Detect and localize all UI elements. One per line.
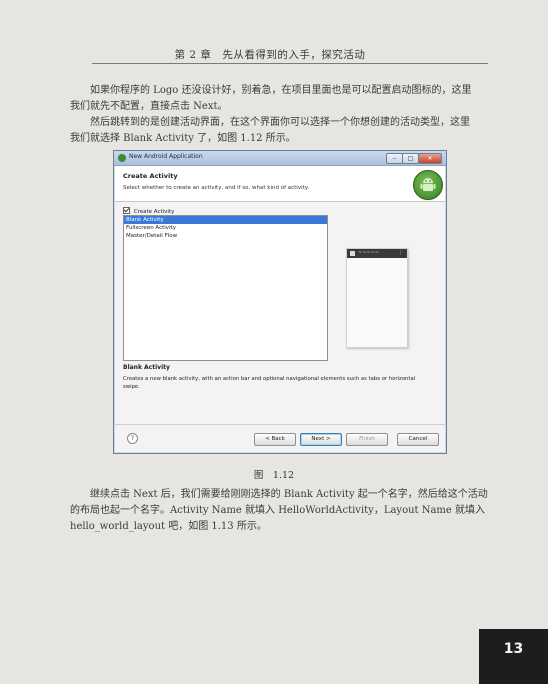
finish-button[interactable]: Finish xyxy=(346,433,388,446)
paragraph-3: 继续点击 Next 后，我们需要给刚刚选择的 Blank Activity 起一… xyxy=(70,487,490,535)
page-number: 13 xyxy=(479,629,548,684)
template-description-text: Creates a new blank activity, with an ac… xyxy=(123,376,416,390)
window-titlebar: New Android Application – □ ✕ xyxy=(114,151,446,166)
paragraph-3-line-1: 继续点击 Next 后，我们需要给刚刚选择的 Blank Activity 起一… xyxy=(90,489,488,500)
eclipse-app-icon xyxy=(118,154,126,162)
paragraph-1-line-1: 如果你程序的 Logo 还没设计好，别着急，在项目里面也是可以配置启动图标的，这… xyxy=(90,85,472,96)
preview-action-bar: ~~~~~ ⋮ xyxy=(347,249,407,258)
activity-template-list[interactable]: Blank Activity Fullscreen Activity Maste… xyxy=(123,215,328,361)
banner-title: Create Activity xyxy=(123,172,178,180)
paragraph-2-line-1: 然后跳转到的是创建活动界面，在这个界面你可以选择一个你想创建的活动类型，这里 xyxy=(90,117,470,128)
paragraph-2: 然后跳转到的是创建活动界面，在这个界面你可以选择一个你想创建的活动类型，这里 我… xyxy=(70,115,490,147)
cancel-button[interactable]: Cancel xyxy=(397,433,439,446)
preview-overflow-menu-icon: ⋮ xyxy=(398,250,403,256)
figure-caption: 图 1.12 xyxy=(253,470,295,481)
help-icon[interactable]: ? xyxy=(127,433,138,444)
next-button[interactable]: Next > xyxy=(300,433,342,446)
template-item-blank-activity[interactable]: Blank Activity xyxy=(124,216,327,224)
template-item-fullscreen-activity[interactable]: Fullscreen Activity xyxy=(124,224,327,232)
template-description-title: Blank Activity xyxy=(123,364,170,371)
activity-preview-thumbnail: ~~~~~ ⋮ xyxy=(346,248,408,348)
android-logo-icon xyxy=(413,170,443,200)
new-android-application-dialog: New Android Application – □ ✕ Create Act… xyxy=(113,150,447,454)
paragraph-3-line-3: hello_world_layout 吧，如图 1.13 所示。 xyxy=(70,521,267,532)
template-item-master-detail-flow[interactable]: Master/Detail Flow xyxy=(124,232,327,240)
paragraph-1-line-2: 我们就先不配置，直接点击 Next。 xyxy=(70,101,228,112)
banner-subtitle: Select whether to create an activity, an… xyxy=(123,185,309,191)
preview-title-placeholder: ~~~~~ xyxy=(358,250,379,256)
paragraph-2-line-2: 我们就选择 Blank Activity 了，如图 1.12 所示。 xyxy=(70,133,296,144)
paragraph-1: 如果你程序的 Logo 还没设计好，别着急，在项目里面也是可以配置启动图标的，这… xyxy=(70,83,490,115)
create-activity-checkbox[interactable] xyxy=(123,207,130,214)
maximize-button[interactable]: □ xyxy=(402,153,419,164)
dialog-footer: ? < Back Next > Finish Cancel xyxy=(115,424,445,452)
create-activity-checkbox-row[interactable]: Create Activity xyxy=(123,207,174,215)
window-title: New Android Application xyxy=(129,153,203,160)
header-divider xyxy=(92,63,488,64)
minimize-button[interactable]: – xyxy=(386,153,403,164)
paragraph-3-line-2: 的布局也起一个名字。Activity Name 就填入 HelloWorldAc… xyxy=(70,505,486,516)
wizard-banner: Create Activity Select whether to create… xyxy=(115,166,445,202)
close-button[interactable]: ✕ xyxy=(418,153,442,164)
page-header: 第 2 章 先从看得到的入手，探究活动 xyxy=(174,49,366,61)
preview-app-icon xyxy=(350,251,355,256)
back-button[interactable]: < Back xyxy=(254,433,296,446)
